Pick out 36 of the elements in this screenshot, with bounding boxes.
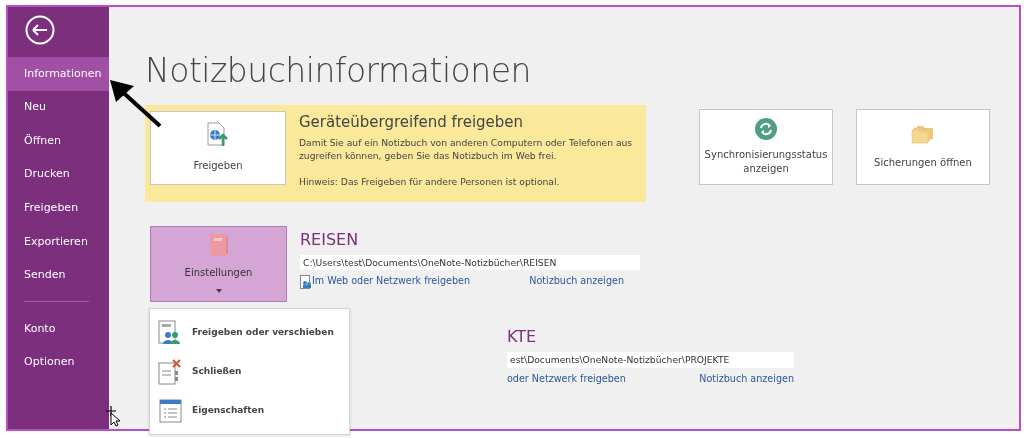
sidebar-item[interactable]: Konto (8, 312, 109, 346)
sidebar-item[interactable]: Drucken (8, 157, 109, 192)
share-panel-title: Geräteübergreifend freigeben (299, 111, 525, 133)
sidebar-item[interactable]: Optionen (8, 345, 109, 380)
settings-button[interactable]: Einstellungen (150, 225, 287, 302)
share-panel-hint: Hinweis: Das Freigeben für andere Personen ist optional. (299, 174, 561, 189)
sidebar-item[interactable]: Neu (8, 90, 109, 125)
share-link[interactable]: oder Netzwerk freigeben (507, 371, 626, 386)
menu-item[interactable]: Freigeben oder verschieben (150, 313, 349, 352)
notebook-icon (208, 232, 229, 257)
page-title: Notizbuchinformationen (145, 51, 532, 91)
sync-icon (755, 118, 777, 140)
list-window-icon (158, 397, 184, 424)
view-notebook-link[interactable]: Notizbuch anzeigen (529, 274, 624, 289)
sidebar-item[interactable]: Exportieren (8, 224, 109, 259)
notebook-title: KTE (507, 325, 538, 348)
view-notebook-link[interactable]: Notizbuch anzeigen (699, 371, 794, 386)
globe-document-icon (206, 122, 230, 149)
notebook-title: REISEN (300, 228, 360, 251)
close-notebook-icon (158, 358, 184, 385)
sidebar-item[interactable]: Freigeben (8, 191, 109, 225)
back-icon[interactable] (25, 15, 55, 45)
share-panel-description: Damit Sie auf ein Notizbuch von anderen Computern oder Telefonen aus zugreifen können, geben Sie das Notizbuch im Web frei. (299, 136, 634, 163)
move-cursor-icon (105, 405, 121, 427)
notebook-path: C:\Users\test\Documents\OneNote-Notizbücher\REISEN (300, 254, 640, 271)
menu-item[interactable]: Schließen (150, 352, 349, 391)
share-button[interactable]: Freigeben (150, 110, 286, 185)
share-link[interactable]: Im Web oder Netzwerk freigeben (312, 274, 470, 289)
backups-button[interactable]: Sicherungen öffnen (856, 109, 990, 185)
notebook-path: est\Documents\OneNote-Notizbücher\PROJEKTE (507, 351, 794, 368)
sync-status-button[interactable]: Synchronisierungsstatus anzeigen (699, 109, 833, 185)
sidebar-item[interactable]: Öffnen (8, 124, 109, 158)
sidebar-item[interactable]: Informationen (8, 57, 109, 91)
folders-icon (911, 124, 935, 144)
menu-item[interactable]: Eigenschaften (150, 391, 349, 430)
sidebar-item[interactable]: Senden (8, 258, 109, 293)
